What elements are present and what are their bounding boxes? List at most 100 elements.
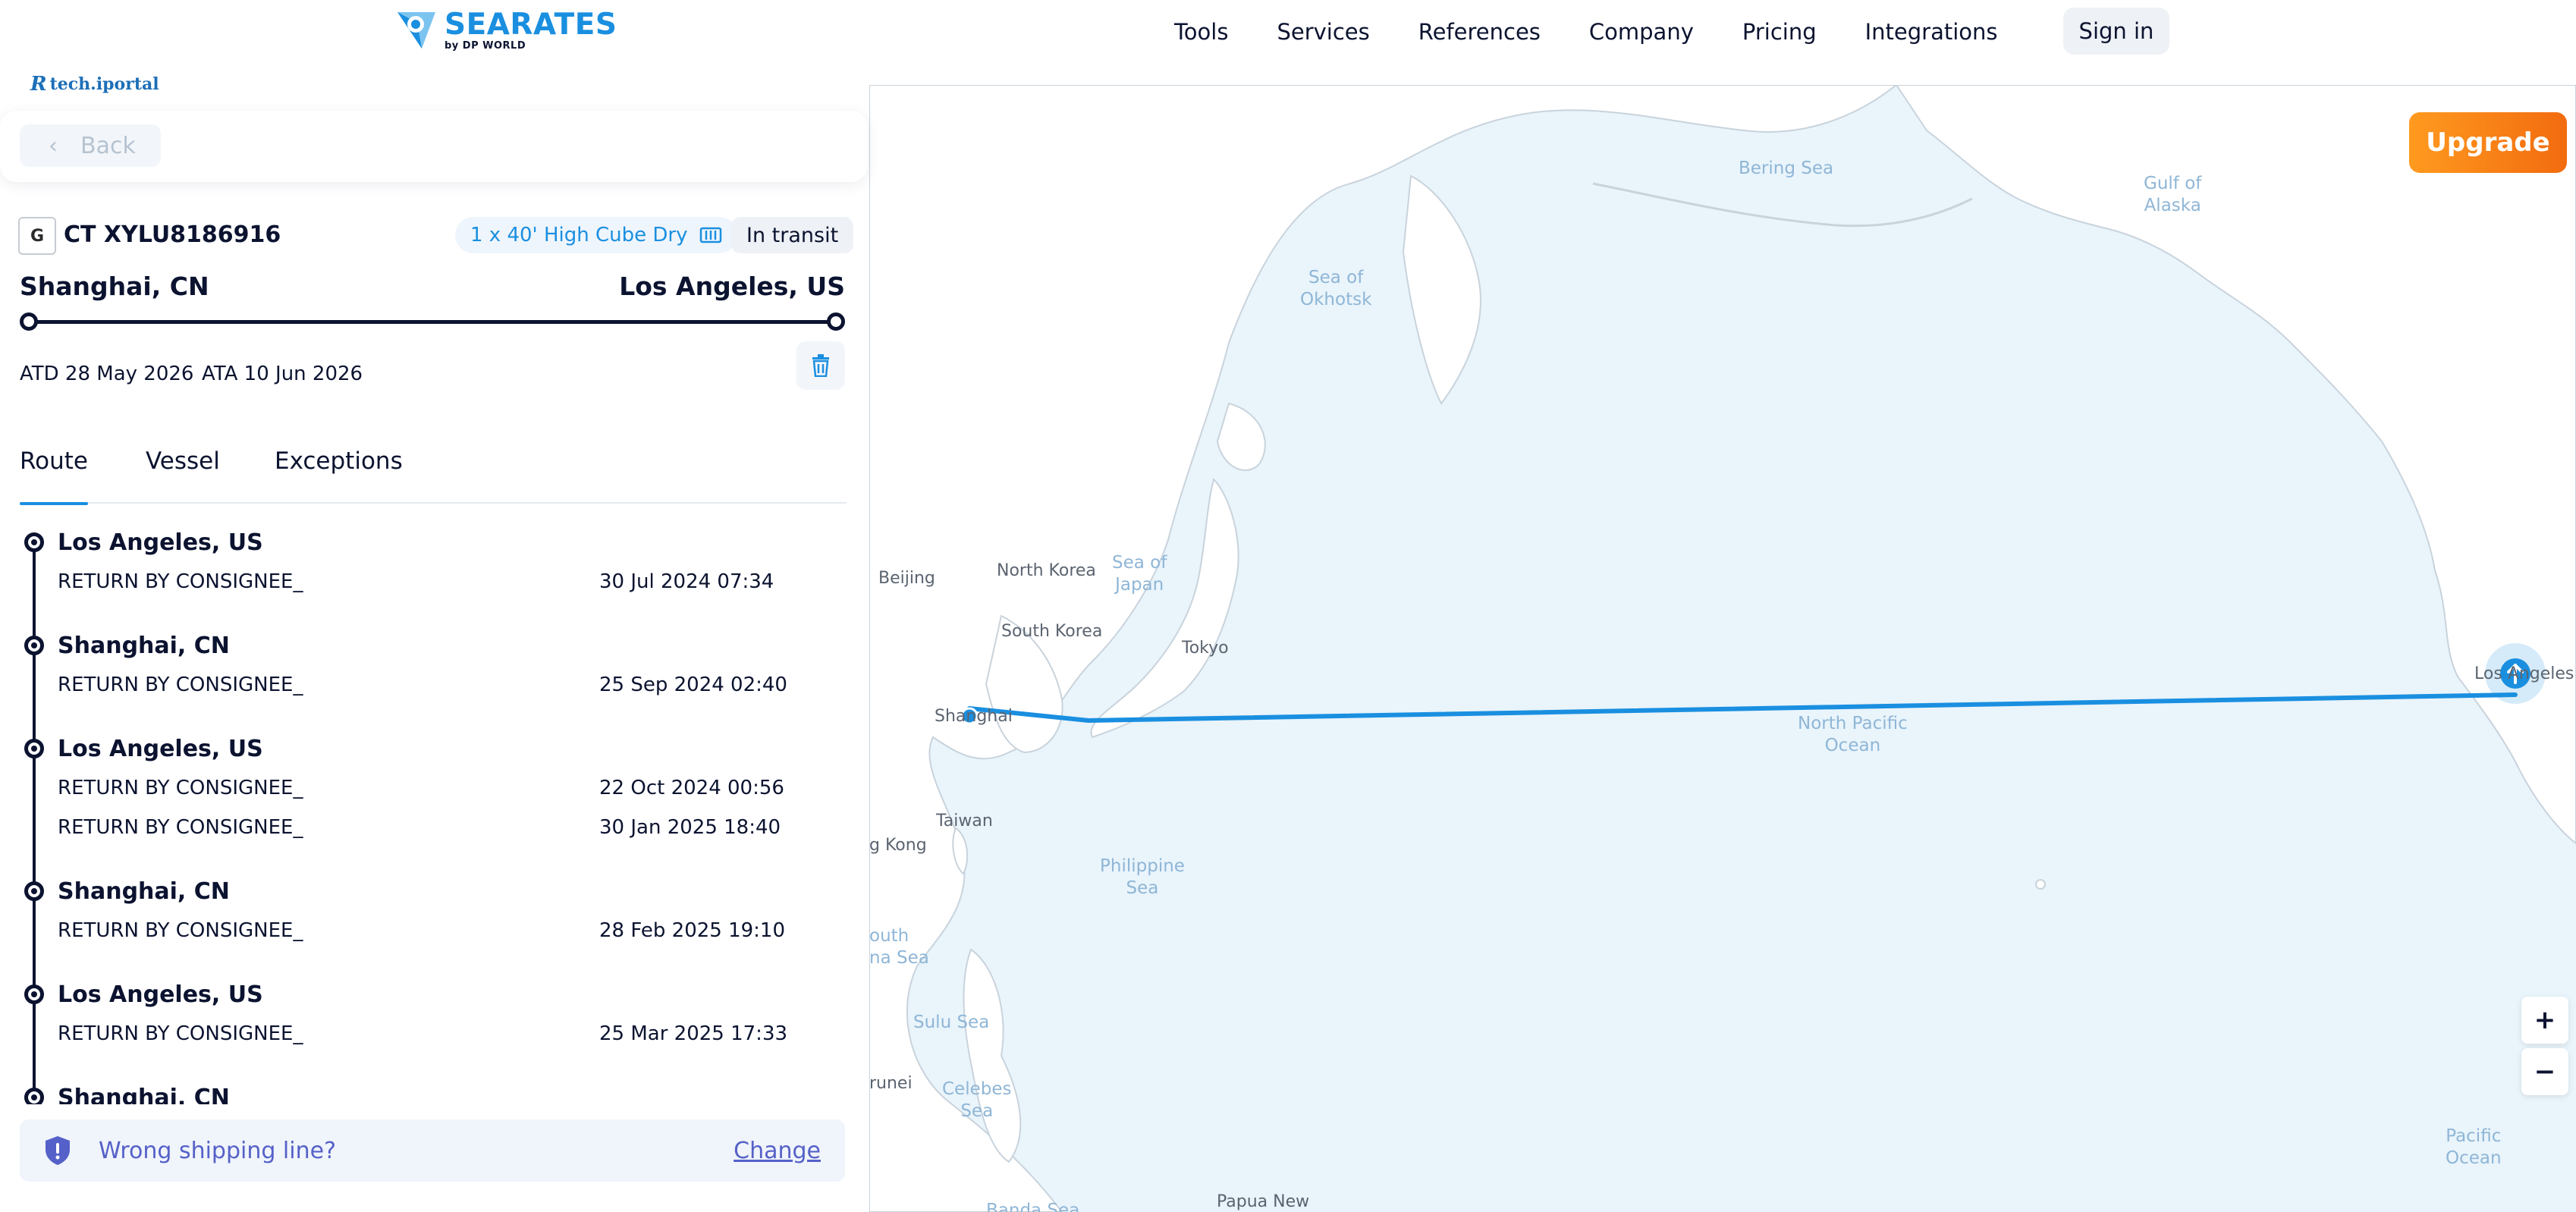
- chevron-left-icon: ‹: [49, 132, 58, 159]
- main-nav: Tools Services References Company Pricin…: [1174, 0, 2047, 64]
- container-type-label: 1 x 40' High Cube Dry: [470, 224, 688, 246]
- event-description: RETURN BY CONSIGNEE_: [58, 1022, 303, 1045]
- nav-tools[interactable]: Tools: [1174, 19, 1228, 45]
- sea-philippine: Philippine Sea: [1100, 856, 1185, 898]
- carrier-logo: G: [18, 217, 56, 255]
- event-description: RETURN BY CONSIGNEE_: [58, 816, 303, 839]
- sea-alaska: Gulf of Alaska: [2144, 174, 2202, 215]
- sea-japan: Sea of Japan: [1112, 553, 1167, 595]
- route-start-dot: [20, 312, 38, 331]
- searates-mark-icon: [397, 12, 435, 49]
- event-dot: [24, 984, 44, 1004]
- tab-exceptions[interactable]: Exceptions: [275, 444, 403, 504]
- container-icon: [700, 227, 722, 243]
- place-shanghai: Shanghai: [935, 707, 1013, 726]
- sea-celebes: Celebes Sea: [942, 1079, 1012, 1121]
- event-description: RETURN BY CONSIGNEE_: [58, 777, 303, 799]
- event-location: Shanghai, CN: [58, 878, 230, 905]
- nav-pricing[interactable]: Pricing: [1742, 19, 1817, 45]
- wrong-shipping-line-text: Wrong shipping line?: [99, 1137, 336, 1164]
- origin-port: Shanghai, CN: [20, 272, 209, 301]
- tab-route[interactable]: Route: [20, 444, 88, 505]
- nav-services[interactable]: Services: [1277, 19, 1369, 45]
- container-type-badge[interactable]: 1 x 40' High Cube Dry: [455, 217, 738, 253]
- place-south-korea: South Korea: [1001, 622, 1103, 641]
- place-tokyo: Tokyo: [1182, 639, 1229, 658]
- land-hawaii: [2035, 879, 2046, 890]
- sea-south-china: outh na Sea: [869, 926, 929, 968]
- event-location: Los Angeles, US: [58, 529, 263, 556]
- timeline-line: [33, 540, 36, 1104]
- back-label: Back: [80, 132, 136, 159]
- event-location: Los Angeles, US: [58, 736, 263, 762]
- land-aleutians: [1592, 182, 1973, 228]
- event-description: RETURN BY CONSIGNEE_: [58, 919, 303, 942]
- event-dot: [24, 636, 44, 655]
- tech-portal-watermark: R tech.iportal: [30, 73, 159, 96]
- nav-company[interactable]: Company: [1589, 19, 1694, 45]
- tabs: Route Vessel Exceptions: [20, 444, 847, 505]
- event-dot: [24, 532, 44, 552]
- event-dot: [24, 739, 44, 758]
- portal-text: tech.iportal: [49, 74, 159, 94]
- event-dot: [24, 881, 44, 901]
- zoom-out-button[interactable]: −: [2521, 1048, 2568, 1095]
- event-description: RETURN BY CONSIGNEE_: [58, 674, 303, 696]
- atd-date: ATD 28 May 2026: [20, 363, 194, 385]
- trash-icon: [812, 354, 829, 377]
- delete-button[interactable]: [796, 341, 845, 390]
- event-time: 30 Jan 2025 18:40: [599, 816, 781, 839]
- land-hokkaido: [1216, 402, 1266, 472]
- land-kamchatka: [1402, 174, 1481, 405]
- sea-okhotsk: Sea of Okhotsk: [1300, 268, 1372, 309]
- land-north-america: [1895, 85, 2576, 845]
- nav-integrations[interactable]: Integrations: [1865, 19, 1998, 45]
- change-link[interactable]: Change: [734, 1138, 821, 1164]
- event-location: Los Angeles, US: [58, 981, 263, 1008]
- brand-primary: SEARATES: [445, 8, 617, 42]
- status-badge: In transit: [731, 217, 854, 253]
- destination-port: Los Angeles, US: [619, 272, 845, 301]
- place-north-korea: North Korea: [997, 561, 1096, 580]
- brand-text: SEARATES by DP WORLD: [445, 10, 617, 51]
- event-time: 30 Jul 2024 07:34: [599, 570, 774, 593]
- sea-banda: Banda Sea: [986, 1201, 1080, 1212]
- route-progress-bar: [20, 312, 845, 331]
- sea-north-pacific: North Pacific Ocean: [1798, 714, 1908, 755]
- place-los-angeles: Los Angeles: [2474, 664, 2574, 683]
- sea-bering: Bering Sea: [1739, 159, 1834, 178]
- event-time: 28 Feb 2025 19:10: [599, 919, 786, 942]
- tab-vessel[interactable]: Vessel: [146, 444, 220, 504]
- carrier-logo-text: G: [30, 226, 45, 246]
- upgrade-button[interactable]: Upgrade: [2409, 112, 2567, 173]
- route-progress-line: [27, 320, 837, 324]
- route-end-dot: [827, 312, 845, 331]
- shield-alert-icon: [46, 1136, 70, 1165]
- brand-secondary: by DP WORLD: [445, 40, 526, 52]
- place-beijing: Beijing: [878, 569, 935, 588]
- back-button[interactable]: ‹ Back: [20, 124, 161, 167]
- wrong-shipping-line-banner: Wrong shipping line? Change: [20, 1119, 845, 1182]
- sea-sulu: Sulu Sea: [913, 1013, 990, 1032]
- top-header: SEARATES by DP WORLD Tools Services Refe…: [0, 0, 2576, 64]
- sign-in-button[interactable]: Sign in: [2063, 8, 2169, 55]
- place-hong-kong: g Kong: [869, 836, 927, 855]
- place-brunei: runei: [869, 1074, 913, 1093]
- zoom-in-button[interactable]: +: [2521, 997, 2568, 1044]
- event-description: RETURN BY CONSIGNEE_: [58, 570, 303, 593]
- event-location: Shanghai, CN: [58, 633, 230, 659]
- event-location: Shanghai, CN: [58, 1085, 230, 1104]
- ata-date: ATA 10 Jun 2026: [202, 363, 363, 385]
- sea-pacific: Pacific Ocean: [2446, 1126, 2502, 1168]
- event-time: 25 Mar 2025 17:33: [599, 1022, 788, 1045]
- events-list[interactable]: Los Angeles, US RETURN BY CONSIGNEE_ 30 Ju…: [0, 523, 869, 1104]
- event-dot: [24, 1088, 44, 1104]
- nav-references[interactable]: References: [1418, 19, 1541, 45]
- searates-logo[interactable]: SEARATES by DP WORLD: [394, 8, 617, 53]
- container-number: CT XYLU8186916: [64, 221, 281, 248]
- route-line: [967, 692, 2518, 723]
- place-taiwan: Taiwan: [936, 812, 993, 831]
- event-time: 25 Sep 2024 02:40: [599, 674, 787, 696]
- place-papua: Papua New: [1217, 1192, 1310, 1211]
- portal-r-icon: R: [30, 73, 47, 96]
